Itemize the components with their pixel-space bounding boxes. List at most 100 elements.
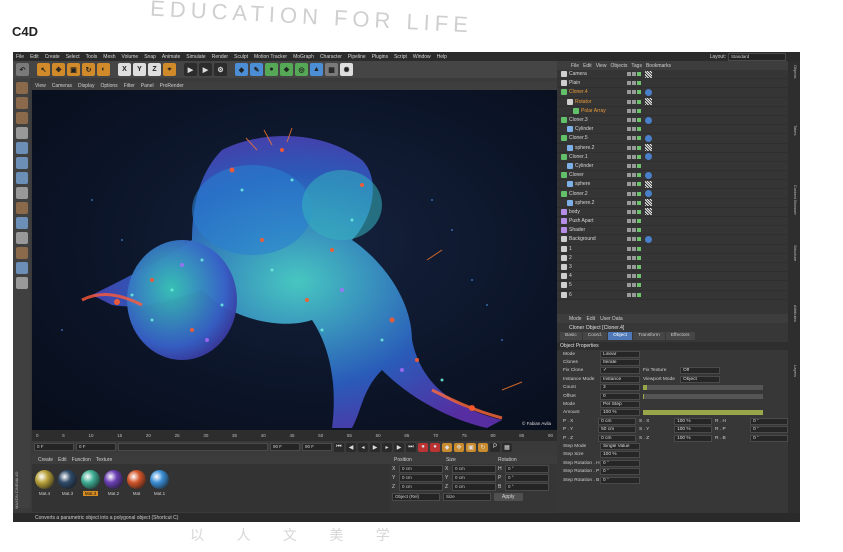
- material-menu-texture[interactable]: Texture: [96, 457, 112, 463]
- menu-plugins[interactable]: Plugins: [369, 54, 391, 60]
- cube-icon[interactable]: ◆: [235, 63, 248, 76]
- menu-script[interactable]: Script: [391, 54, 410, 60]
- object-row[interactable]: Cylinder: [557, 125, 788, 135]
- attr-p-y-field[interactable]: 50 cm: [598, 426, 636, 434]
- model-mode-icon[interactable]: [15, 97, 28, 109]
- object-row[interactable]: Camera: [557, 70, 788, 80]
- apply-button[interactable]: Apply: [494, 493, 523, 501]
- visibility-flags[interactable]: [627, 153, 652, 161]
- attr-offset-field[interactable]: 0: [600, 392, 640, 400]
- attr-p-x-field[interactable]: 0 cm: [598, 417, 636, 425]
- previous-key-icon[interactable]: ◀: [346, 442, 356, 452]
- render-visibility-icon[interactable]: [632, 246, 636, 251]
- render-visibility-icon[interactable]: [632, 118, 636, 123]
- enabled-check-icon[interactable]: [637, 136, 641, 141]
- menu-simulate[interactable]: Simulate: [183, 54, 208, 60]
- points-mode-icon[interactable]: [15, 142, 28, 154]
- menu-tools[interactable]: Tools: [83, 54, 101, 60]
- material-swatch[interactable]: Mat.1: [149, 470, 170, 496]
- object-row[interactable]: body: [557, 208, 788, 217]
- fix-texture-dropdown[interactable]: Off: [680, 367, 720, 375]
- edges-mode-icon[interactable]: [15, 157, 28, 169]
- size-y-field[interactable]: 0 cm: [452, 473, 496, 482]
- tab-effectors[interactable]: Effectors: [665, 332, 695, 340]
- render-visibility-icon[interactable]: [632, 81, 636, 86]
- visibility-flags[interactable]: [627, 228, 641, 233]
- timeline[interactable]: 0 5 10 15 20 25 30 35 40 45 50 55 60 65 70 75 80 85 90: [32, 430, 557, 441]
- enabled-check-icon[interactable]: [637, 99, 641, 104]
- rotation-p-field[interactable]: 0 °: [505, 473, 549, 482]
- object-row[interactable]: sphere.2: [557, 144, 788, 153]
- lock-workplane-icon[interactable]: [15, 247, 28, 259]
- object-row[interactable]: Cloner: [557, 171, 788, 181]
- frame-range-slider[interactable]: [118, 443, 268, 451]
- render-settings-icon[interactable]: ⚙: [214, 63, 227, 76]
- material-tag-icon[interactable]: [645, 88, 652, 96]
- enabled-check-icon[interactable]: [637, 228, 641, 233]
- attr-menu-edit[interactable]: Edit: [587, 316, 596, 322]
- material-tag-icon[interactable]: [645, 171, 652, 179]
- visibility-flags[interactable]: [627, 127, 641, 132]
- editor-visibility-icon[interactable]: [627, 108, 631, 113]
- visibility-flags[interactable]: [627, 144, 652, 152]
- param-key-icon[interactable]: P: [490, 442, 500, 452]
- editor-visibility-icon[interactable]: [627, 163, 631, 168]
- editor-visibility-icon[interactable]: [627, 219, 631, 224]
- object-row[interactable]: Push Apart: [557, 217, 788, 227]
- cloner-icon[interactable]: ❖: [280, 63, 293, 76]
- object-row[interactable]: 5: [557, 281, 788, 291]
- attr-slider[interactable]: [643, 385, 763, 391]
- visibility-flags[interactable]: [627, 265, 641, 270]
- menu-character[interactable]: Character: [317, 54, 345, 60]
- viewport-mode-dropdown[interactable]: Object: [680, 375, 720, 383]
- tab-coord[interactable]: Coord.: [582, 332, 608, 340]
- side-tab-attributes[interactable]: Attributes: [790, 305, 798, 322]
- render-visibility-icon[interactable]: [632, 237, 636, 242]
- attr-count-field[interactable]: 3: [600, 384, 640, 392]
- viewport-menu-display[interactable]: Display: [75, 83, 97, 89]
- material-swatch[interactable]: Mat.2: [103, 470, 124, 496]
- tab-basic[interactable]: Basic: [560, 332, 582, 340]
- size-z-field[interactable]: 0 cm: [452, 482, 496, 491]
- light-icon[interactable]: ✺: [340, 63, 353, 76]
- enabled-check-icon[interactable]: [637, 246, 641, 251]
- visibility-flags[interactable]: [627, 199, 652, 207]
- size-mode-dropdown[interactable]: Size: [443, 493, 491, 501]
- visibility-flags[interactable]: [627, 235, 652, 243]
- om-menu-objects[interactable]: Objects: [610, 63, 627, 69]
- render-visibility-icon[interactable]: [632, 72, 636, 77]
- viewport-menu-options[interactable]: Options: [97, 83, 120, 89]
- material-swatch[interactable]: Mat.3: [57, 470, 78, 496]
- workplane-icon[interactable]: [15, 127, 28, 139]
- render-visibility-icon[interactable]: [632, 90, 636, 95]
- menu-edit[interactable]: Edit: [27, 54, 42, 60]
- visibility-flags[interactable]: [627, 81, 641, 86]
- enabled-check-icon[interactable]: [637, 90, 641, 95]
- editor-visibility-icon[interactable]: [627, 81, 631, 86]
- material-tag-icon[interactable]: [645, 116, 652, 124]
- rotation-key-icon[interactable]: ↻: [478, 442, 488, 452]
- material-tag-icon[interactable]: [645, 153, 652, 161]
- visibility-flags[interactable]: [627, 274, 641, 279]
- enabled-check-icon[interactable]: [637, 191, 641, 196]
- autokey-icon[interactable]: ●: [430, 442, 440, 452]
- enabled-check-icon[interactable]: [637, 145, 641, 150]
- tab-object[interactable]: Object: [608, 332, 633, 340]
- position-x-field[interactable]: 0 cm: [399, 464, 443, 473]
- sculpt-icon[interactable]: [15, 232, 28, 244]
- current-frame-field[interactable]: 0 F: [76, 443, 116, 451]
- enabled-check-icon[interactable]: [637, 219, 641, 224]
- live-selection-icon[interactable]: ↖: [37, 63, 50, 76]
- menu-help[interactable]: Help: [434, 54, 450, 60]
- visibility-flags[interactable]: [627, 134, 652, 142]
- recent-tools-icon[interactable]: ◐: [97, 63, 110, 76]
- attr-menu-mode[interactable]: Mode: [569, 316, 582, 322]
- tab-transform[interactable]: Transform: [633, 332, 665, 340]
- menu-pipeline[interactable]: Pipeline: [345, 54, 369, 60]
- enabled-check-icon[interactable]: [637, 274, 641, 279]
- visibility-flags[interactable]: [627, 171, 652, 179]
- visibility-flags[interactable]: [627, 98, 652, 106]
- object-row[interactable]: sphere.2: [557, 199, 788, 208]
- editor-visibility-icon[interactable]: [627, 274, 631, 279]
- amount-slider[interactable]: [643, 410, 763, 416]
